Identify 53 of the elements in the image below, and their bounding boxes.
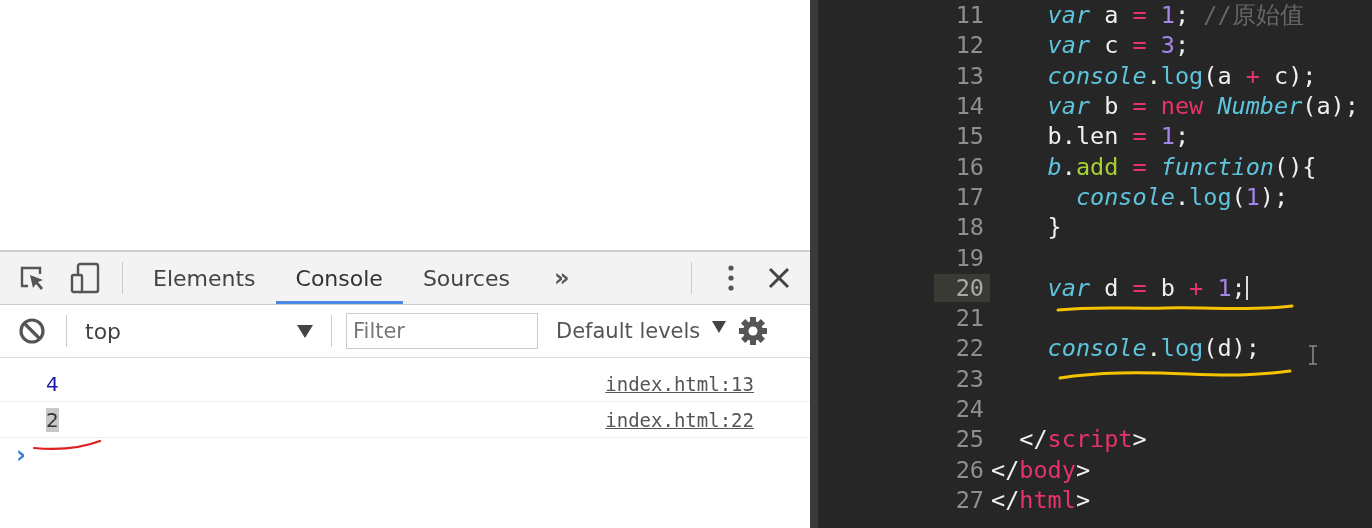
dropdown-arrow-icon[interactable] xyxy=(297,324,313,338)
panel-tab[interactable]: Sources xyxy=(402,252,530,304)
line-number: 25 xyxy=(954,425,985,454)
line-number: 23 xyxy=(954,364,985,393)
context-selector[interactable]: top xyxy=(67,317,297,345)
console-output: 2 xyxy=(46,407,59,432)
menu-icon[interactable] xyxy=(728,265,734,291)
code-line: </html> xyxy=(991,485,1091,514)
log-levels-selector[interactable]: Default levels xyxy=(556,319,701,343)
prompt-caret[interactable]: › xyxy=(16,443,26,467)
clear-console-icon[interactable] xyxy=(18,317,46,345)
line-number: 24 xyxy=(954,395,985,423)
code-line: console.log(1); xyxy=(1074,182,1289,211)
source-link[interactable]: index.html:13 xyxy=(605,372,754,395)
code-line: var a = 1; //原始值 xyxy=(1046,0,1304,32)
line-number: 19 xyxy=(954,243,985,272)
underline-stroke xyxy=(32,438,104,452)
text-cursor-icon xyxy=(1308,345,1318,365)
line-number: 27 xyxy=(954,485,985,514)
text-caret xyxy=(1245,275,1248,300)
code-line: console.log(d); xyxy=(1046,334,1260,363)
line-number: 15 xyxy=(954,122,985,151)
code-line: b.len = 1; xyxy=(1046,122,1190,151)
code-line: b.add = function(){ xyxy=(1046,152,1317,181)
line-number: 18 xyxy=(954,213,985,242)
settings-icon[interactable] xyxy=(738,316,769,346)
code-line: var b = new Number(a); xyxy=(1046,92,1359,121)
line-number: 13 xyxy=(954,61,985,90)
line-number: 21 xyxy=(954,304,985,333)
line-number: 16 xyxy=(954,152,985,181)
line-number: 22 xyxy=(954,334,985,363)
line-number: 14 xyxy=(954,92,985,121)
line-number: 11 xyxy=(954,1,985,30)
code-line: var c = 3; xyxy=(1046,31,1190,60)
inspect-icon[interactable] xyxy=(18,264,46,292)
line-number: 17 xyxy=(954,182,985,211)
source-link[interactable]: index.html:22 xyxy=(605,408,754,431)
filter-field[interactable]: Filter xyxy=(346,313,538,349)
panel-tab[interactable]: Console xyxy=(275,252,403,304)
code-line: } xyxy=(1046,213,1062,242)
console-output: 4 xyxy=(46,371,59,396)
code-line: var d = b + 1; xyxy=(1046,273,1246,302)
close-icon[interactable] xyxy=(768,267,790,289)
panel-tab[interactable]: Elements xyxy=(133,252,276,304)
code-line: console.log(a + c); xyxy=(1046,61,1317,90)
dropdown-arrow-icon[interactable] xyxy=(712,321,727,333)
code-line: </body> xyxy=(991,455,1091,484)
device-icon[interactable] xyxy=(70,262,100,294)
line-number: 20 xyxy=(934,273,990,302)
more-tabs-button[interactable]: » xyxy=(543,264,580,292)
line-number: 12 xyxy=(954,31,985,60)
line-number: 26 xyxy=(954,455,985,484)
code-line: </script> xyxy=(1018,425,1147,454)
